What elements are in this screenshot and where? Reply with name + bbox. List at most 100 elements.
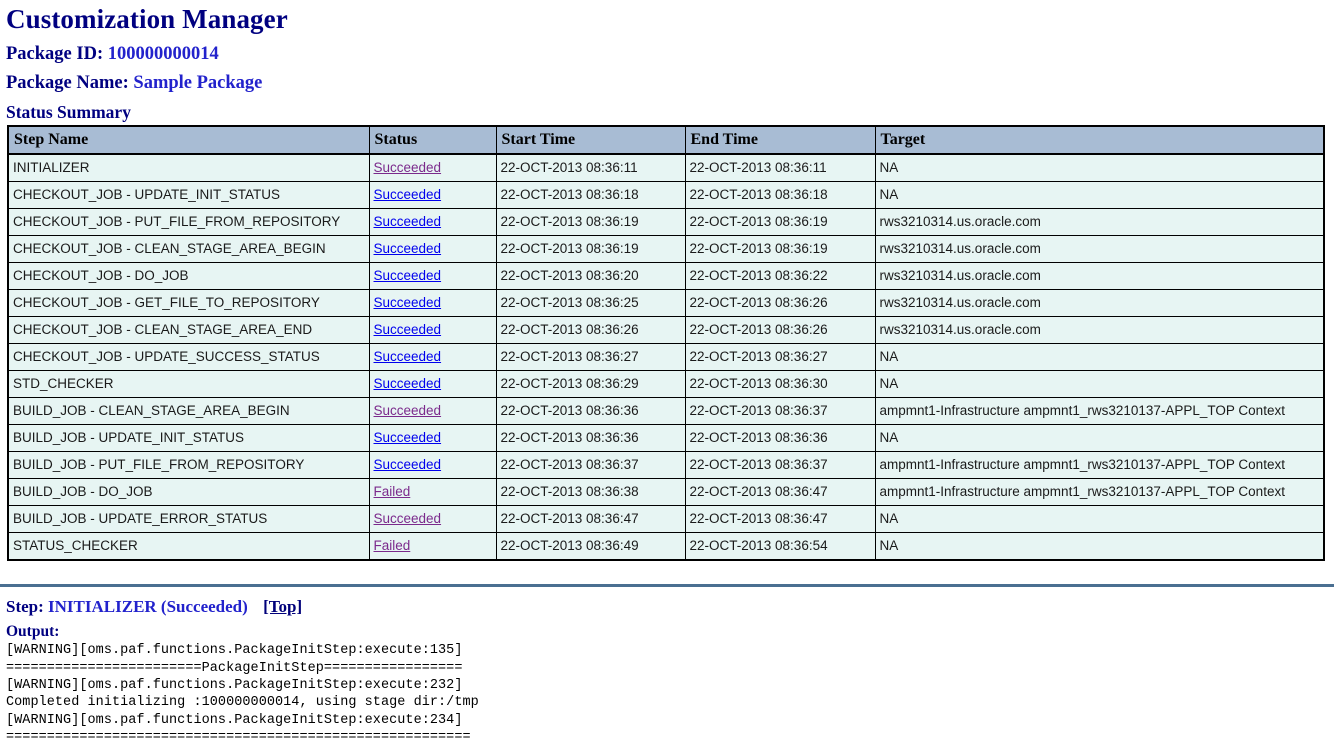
- package-name-line: Package Name: Sample Package: [0, 67, 1334, 96]
- cell-target: NA: [874, 343, 1325, 372]
- cell-start-time: 22-OCT-2013 08:36:38: [495, 478, 686, 507]
- cell-target: NA: [874, 181, 1325, 210]
- table-row: BUILD_JOB - CLEAN_STAGE_AREA_BEGIN Succee…: [7, 397, 1325, 426]
- cell-step-name: CHECKOUT_JOB - CLEAN_STAGE_AREA_END: [7, 316, 370, 345]
- cell-start-time: 22-OCT-2013 08:36:36: [495, 397, 686, 426]
- cell-end-time: 22-OCT-2013 08:36:30: [684, 370, 876, 399]
- cell-status: Succeeded: [368, 153, 497, 183]
- page-title: Customization Manager: [6, 4, 288, 34]
- package-name-label: Package Name:: [6, 73, 129, 94]
- cell-end-time: 22-OCT-2013 08:36:26: [684, 289, 876, 318]
- cell-status: Succeeded: [368, 505, 497, 534]
- column-header-status: Status: [368, 125, 497, 156]
- cell-target: rws3210314.us.oracle.com: [874, 262, 1325, 291]
- cell-end-time: 22-OCT-2013 08:36:26: [684, 316, 876, 345]
- table-row: BUILD_JOB - DO_JOB Failed 22-OCT-2013 08:3…: [7, 478, 1325, 507]
- step-output-text: [WARNING][oms.paf.functions.PackageInitS…: [6, 643, 479, 745]
- cell-status: Succeeded: [368, 451, 497, 480]
- table-row: CHECKOUT_JOB - CLEAN_STAGE_AREA_BEGIN Suc…: [7, 235, 1325, 264]
- status-link[interactable]: Succeeded: [374, 268, 442, 283]
- package-id-line: Package ID: 100000000014: [0, 38, 1334, 67]
- cell-status: Succeeded: [368, 370, 497, 399]
- cell-start-time: 22-OCT-2013 08:36:36: [495, 424, 686, 453]
- cell-target: rws3210314.us.oracle.com: [874, 289, 1325, 318]
- cell-step-name: BUILD_JOB - UPDATE_INIT_STATUS: [7, 424, 370, 453]
- cell-status: Succeeded: [368, 235, 497, 264]
- cell-status: Succeeded: [368, 289, 497, 318]
- step-detail-name: INITIALIZER (Succeeded): [48, 597, 248, 617]
- status-link[interactable]: Succeeded: [374, 403, 442, 418]
- status-link[interactable]: Failed: [374, 484, 411, 499]
- table-row: BUILD_JOB - UPDATE_INIT_STATUS Succeeded 2…: [7, 424, 1325, 453]
- status-link[interactable]: Succeeded: [374, 295, 442, 310]
- step-detail-label: Step:: [6, 597, 44, 617]
- status-link[interactable]: Succeeded: [374, 241, 442, 256]
- package-id-value: 100000000014: [107, 43, 219, 64]
- cell-step-name: CHECKOUT_JOB - UPDATE_SUCCESS_STATUS: [7, 343, 370, 372]
- cell-step-name: BUILD_JOB - UPDATE_ERROR_STATUS: [7, 505, 370, 534]
- status-link[interactable]: Succeeded: [374, 511, 442, 526]
- cell-status: Succeeded: [368, 316, 497, 345]
- cell-end-time: 22-OCT-2013 08:36:18: [684, 181, 876, 210]
- cell-step-name: CHECKOUT_JOB - UPDATE_INIT_STATUS: [7, 181, 370, 210]
- cell-target: rws3210314.us.oracle.com: [874, 235, 1325, 264]
- status-link[interactable]: Succeeded: [374, 322, 442, 337]
- cell-target: ampmnt1-Infrastructure ampmnt1_rws321013…: [874, 397, 1325, 426]
- status-link[interactable]: Failed: [374, 538, 411, 553]
- cell-start-time: 22-OCT-2013 08:36:25: [495, 289, 686, 318]
- cell-end-time: 22-OCT-2013 08:36:22: [684, 262, 876, 291]
- table-row: CHECKOUT_JOB - UPDATE_INIT_STATUS Succeed…: [7, 181, 1325, 210]
- status-link[interactable]: Succeeded: [374, 214, 442, 229]
- cell-end-time: 22-OCT-2013 08:36:37: [684, 397, 876, 426]
- status-table-head: Step Name Status Start Time End Time Tar…: [7, 125, 1325, 156]
- status-link[interactable]: Succeeded: [374, 457, 442, 472]
- cell-start-time: 22-OCT-2013 08:36:18: [495, 181, 686, 210]
- top-link[interactable]: [Top]: [263, 597, 302, 616]
- cell-start-time: 22-OCT-2013 08:36:19: [495, 208, 686, 237]
- status-link[interactable]: Succeeded: [374, 430, 442, 445]
- cell-target: NA: [874, 370, 1325, 399]
- cell-end-time: 22-OCT-2013 08:36:11: [684, 153, 876, 183]
- table-row: INITIALIZER Succeeded 22-OCT-2013 08:36:11…: [7, 153, 1325, 183]
- status-summary-heading: Status Summary: [6, 102, 131, 123]
- status-link[interactable]: Succeeded: [374, 160, 442, 175]
- step-detail-heading: Step: INITIALIZER (Succeeded) [Top]: [0, 587, 1334, 617]
- cell-end-time: 22-OCT-2013 08:36:36: [684, 424, 876, 453]
- cell-end-time: 22-OCT-2013 08:36:37: [684, 451, 876, 480]
- cell-status: Succeeded: [368, 343, 497, 372]
- cell-step-name: CHECKOUT_JOB - DO_JOB: [7, 262, 370, 291]
- table-row: BUILD_JOB - PUT_FILE_FROM_REPOSITORY Succ…: [7, 451, 1325, 480]
- table-row: CHECKOUT_JOB - GET_FILE_TO_REPOSITORY Suc…: [7, 289, 1325, 318]
- cell-target: rws3210314.us.oracle.com: [874, 316, 1325, 345]
- status-link[interactable]: Succeeded: [374, 376, 442, 391]
- cell-status: Succeeded: [368, 424, 497, 453]
- table-row: CHECKOUT_JOB - DO_JOB Succeeded 22-OCT-201…: [7, 262, 1325, 291]
- status-link[interactable]: Succeeded: [374, 349, 442, 364]
- cell-end-time: 22-OCT-2013 08:36:47: [684, 478, 876, 507]
- cell-start-time: 22-OCT-2013 08:36:29: [495, 370, 686, 399]
- package-name-value: Sample Package: [133, 73, 263, 94]
- cell-end-time: 22-OCT-2013 08:36:19: [684, 235, 876, 264]
- table-row: CHECKOUT_JOB - PUT_FILE_FROM_REPOSITORY S…: [7, 208, 1325, 237]
- cell-target: NA: [874, 153, 1325, 183]
- package-id-label: Package ID:: [6, 43, 104, 64]
- cell-end-time: 22-OCT-2013 08:36:19: [684, 208, 876, 237]
- output-label: Output:: [6, 622, 60, 640]
- cell-start-time: 22-OCT-2013 08:36:26: [495, 316, 686, 345]
- cell-target: ampmnt1-Infrastructure ampmnt1_rws321013…: [874, 451, 1325, 480]
- cell-step-name: BUILD_JOB - PUT_FILE_FROM_REPOSITORY: [7, 451, 370, 480]
- cell-target: NA: [874, 505, 1325, 534]
- status-link[interactable]: Succeeded: [374, 187, 442, 202]
- cell-step-name: CHECKOUT_JOB - PUT_FILE_FROM_REPOSITORY: [7, 208, 370, 237]
- status-table-header-row: Step Name Status Start Time End Time Tar…: [7, 125, 1325, 156]
- cell-step-name: CHECKOUT_JOB - CLEAN_STAGE_AREA_BEGIN: [7, 235, 370, 264]
- table-row: STD_CHECKER Succeeded 22-OCT-2013 08:36:29…: [7, 370, 1325, 399]
- status-table-body: INITIALIZER Succeeded 22-OCT-2013 08:36:11…: [7, 153, 1325, 561]
- cell-start-time: 22-OCT-2013 08:36:11: [495, 153, 686, 183]
- column-header-step-name: Step Name: [7, 125, 370, 156]
- cell-status: Succeeded: [368, 397, 497, 426]
- cell-start-time: 22-OCT-2013 08:36:47: [495, 505, 686, 534]
- cell-step-name: CHECKOUT_JOB - GET_FILE_TO_REPOSITORY: [7, 289, 370, 318]
- cell-status: Failed: [368, 478, 497, 507]
- status-summary-table: Step Name Status Start Time End Time Tar…: [7, 125, 1325, 562]
